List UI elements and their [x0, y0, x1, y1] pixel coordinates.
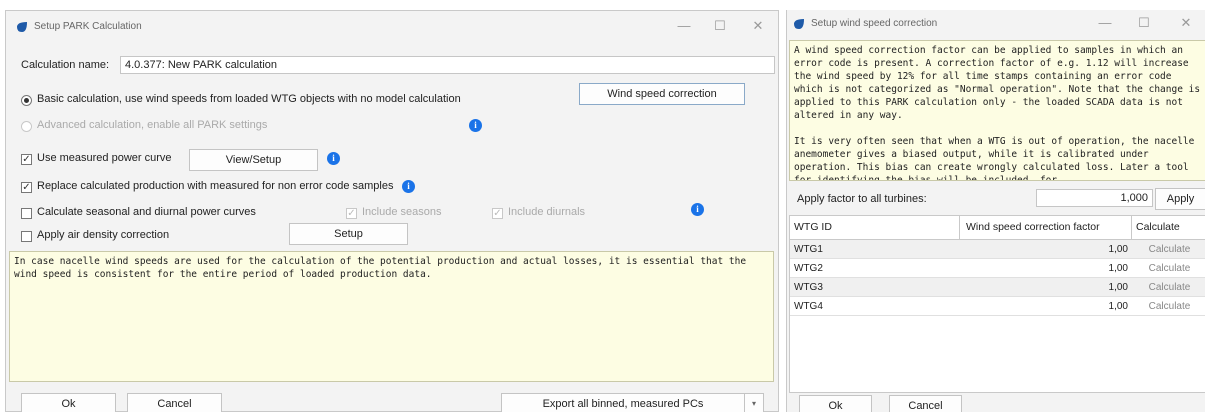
info-note-box: A wind speed correction factor can be ap… [789, 40, 1205, 181]
app-icon [17, 22, 27, 32]
factor-cell[interactable]: 1,00 [960, 259, 1132, 277]
title-bar: Setup wind speed correction — ☐ ✕ [787, 10, 1205, 40]
ok-button[interactable]: Ok [21, 393, 116, 412]
close-icon[interactable]: ✕ [750, 19, 766, 33]
basic-calculation-radio[interactable] [21, 95, 32, 106]
table-row[interactable]: WTG1 1,00 Calculate [790, 240, 1205, 259]
column-header[interactable]: WTG ID [790, 216, 960, 239]
apply-button[interactable]: Apply [1155, 188, 1205, 210]
factor-cell[interactable]: 1,00 [960, 297, 1132, 315]
note-paragraph: A wind speed correction factor can be ap… [794, 45, 1201, 121]
table-row[interactable]: WTG4 1,00 Calculate [790, 297, 1205, 316]
include-seasons-label: Include seasons [362, 206, 442, 218]
export-pcs-split-button[interactable]: Export all binned, measured PCs ▾ [501, 393, 764, 412]
use-measured-pc-label: Use measured power curve [37, 152, 172, 164]
wtg-id-cell: WTG3 [794, 282, 823, 293]
seasonal-diurnal-label: Calculate seasonal and diurnal power cur… [37, 206, 256, 218]
wtg-id-cell: WTG1 [794, 244, 823, 255]
include-diurnals-label: Include diurnals [508, 206, 586, 218]
table-row[interactable]: WTG3 1,00 Calculate [790, 278, 1205, 297]
cancel-button[interactable]: Cancel [127, 393, 222, 412]
chevron-down-icon[interactable]: ▾ [748, 394, 760, 412]
column-header[interactable]: Calculate [1132, 216, 1205, 239]
calculate-cell[interactable]: Calculate [1132, 240, 1205, 258]
replace-production-label: Replace calculated production with measu… [37, 180, 394, 192]
calculation-name-input[interactable]: 4.0.377: New PARK calculation [120, 56, 775, 74]
table-header: WTG ID Wind speed correction factor Calc… [790, 216, 1205, 240]
calculate-cell[interactable]: Calculate [1132, 259, 1205, 277]
minimize-icon[interactable]: — [1097, 16, 1113, 30]
calculate-cell[interactable]: Calculate [1132, 297, 1205, 315]
apply-factor-input[interactable]: 1,000 [1036, 189, 1153, 207]
title-bar: Setup PARK Calculation — ☐ ✕ [6, 11, 778, 41]
advanced-calculation-label: Advanced calculation, enable all PARK se… [37, 119, 268, 131]
advanced-calculation-radio[interactable] [21, 121, 32, 132]
include-diurnals-checkbox[interactable]: ✓ [492, 208, 503, 219]
cancel-button[interactable]: Cancel [889, 395, 962, 412]
use-measured-pc-checkbox[interactable]: ✓ [21, 154, 32, 165]
maximize-icon[interactable]: ☐ [1136, 16, 1152, 30]
setup-park-calculation-window: Setup PARK Calculation — ☐ ✕ Calculation… [5, 10, 779, 412]
air-density-checkbox[interactable] [21, 231, 32, 242]
close-icon[interactable]: ✕ [1178, 16, 1194, 30]
table-row[interactable]: WTG2 1,00 Calculate [790, 259, 1205, 278]
note-paragraph: It is very often seen that when a WTG is… [794, 136, 1195, 181]
info-icon[interactable]: i [402, 180, 415, 193]
window-title: Setup PARK Calculation [34, 21, 142, 32]
seasonal-diurnal-checkbox[interactable] [21, 208, 32, 219]
replace-production-checkbox[interactable]: ✓ [21, 182, 32, 193]
maximize-icon[interactable]: ☐ [712, 19, 728, 33]
view-setup-button[interactable]: View/Setup [189, 149, 318, 171]
calculation-name-label: Calculation name: [21, 59, 110, 71]
wtg-id-cell: WTG4 [794, 301, 823, 312]
wtg-table: WTG ID Wind speed correction factor Calc… [789, 215, 1205, 393]
wind-speed-correction-button[interactable]: Wind speed correction [579, 83, 745, 105]
info-icon[interactable]: i [469, 119, 482, 132]
air-density-label: Apply air density correction [37, 229, 170, 241]
calculate-cell[interactable]: Calculate [1132, 278, 1205, 296]
window-title: Setup wind speed correction [811, 18, 938, 29]
wtg-id-cell: WTG2 [794, 263, 823, 274]
export-pcs-button[interactable]: Export all binned, measured PCs [502, 394, 745, 412]
factor-cell[interactable]: 1,00 [960, 278, 1132, 296]
info-icon[interactable]: i [691, 203, 704, 216]
factor-cell[interactable]: 1,00 [960, 240, 1132, 258]
apply-factor-label: Apply factor to all turbines: [797, 193, 927, 205]
info-icon[interactable]: i [327, 152, 340, 165]
minimize-icon[interactable]: — [676, 19, 692, 33]
info-note-box: In case nacelle wind speeds are used for… [9, 251, 774, 382]
ok-button[interactable]: Ok [799, 395, 872, 412]
wind-speed-correction-window: Setup wind speed correction — ☐ ✕ A wind… [786, 10, 1205, 412]
air-density-setup-button[interactable]: Setup [289, 223, 408, 245]
basic-calculation-label: Basic calculation, use wind speeds from … [37, 93, 461, 105]
include-seasons-checkbox[interactable]: ✓ [346, 208, 357, 219]
column-header[interactable]: Wind speed correction factor [960, 216, 1132, 239]
app-icon [794, 19, 804, 29]
background-window-strip [0, 0, 1205, 10]
